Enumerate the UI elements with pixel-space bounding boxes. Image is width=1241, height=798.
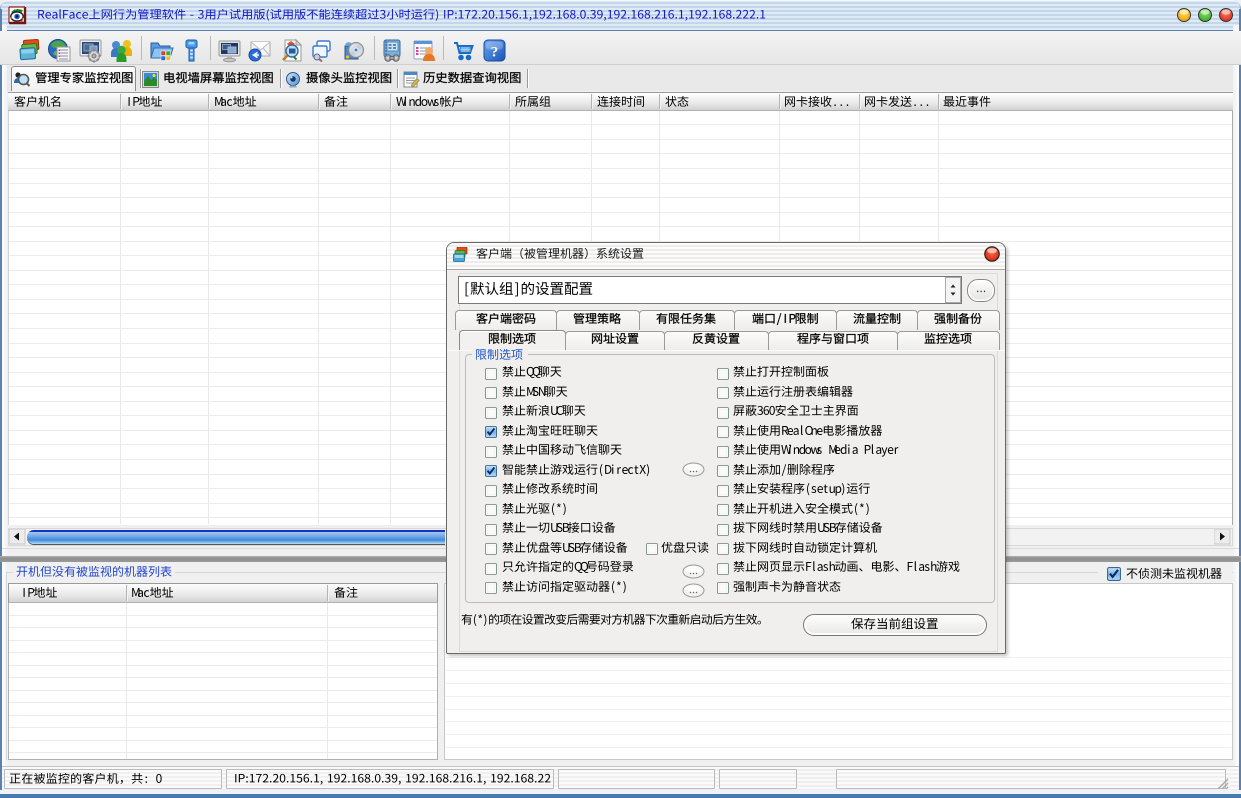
svg-text:?: ?	[490, 45, 498, 61]
